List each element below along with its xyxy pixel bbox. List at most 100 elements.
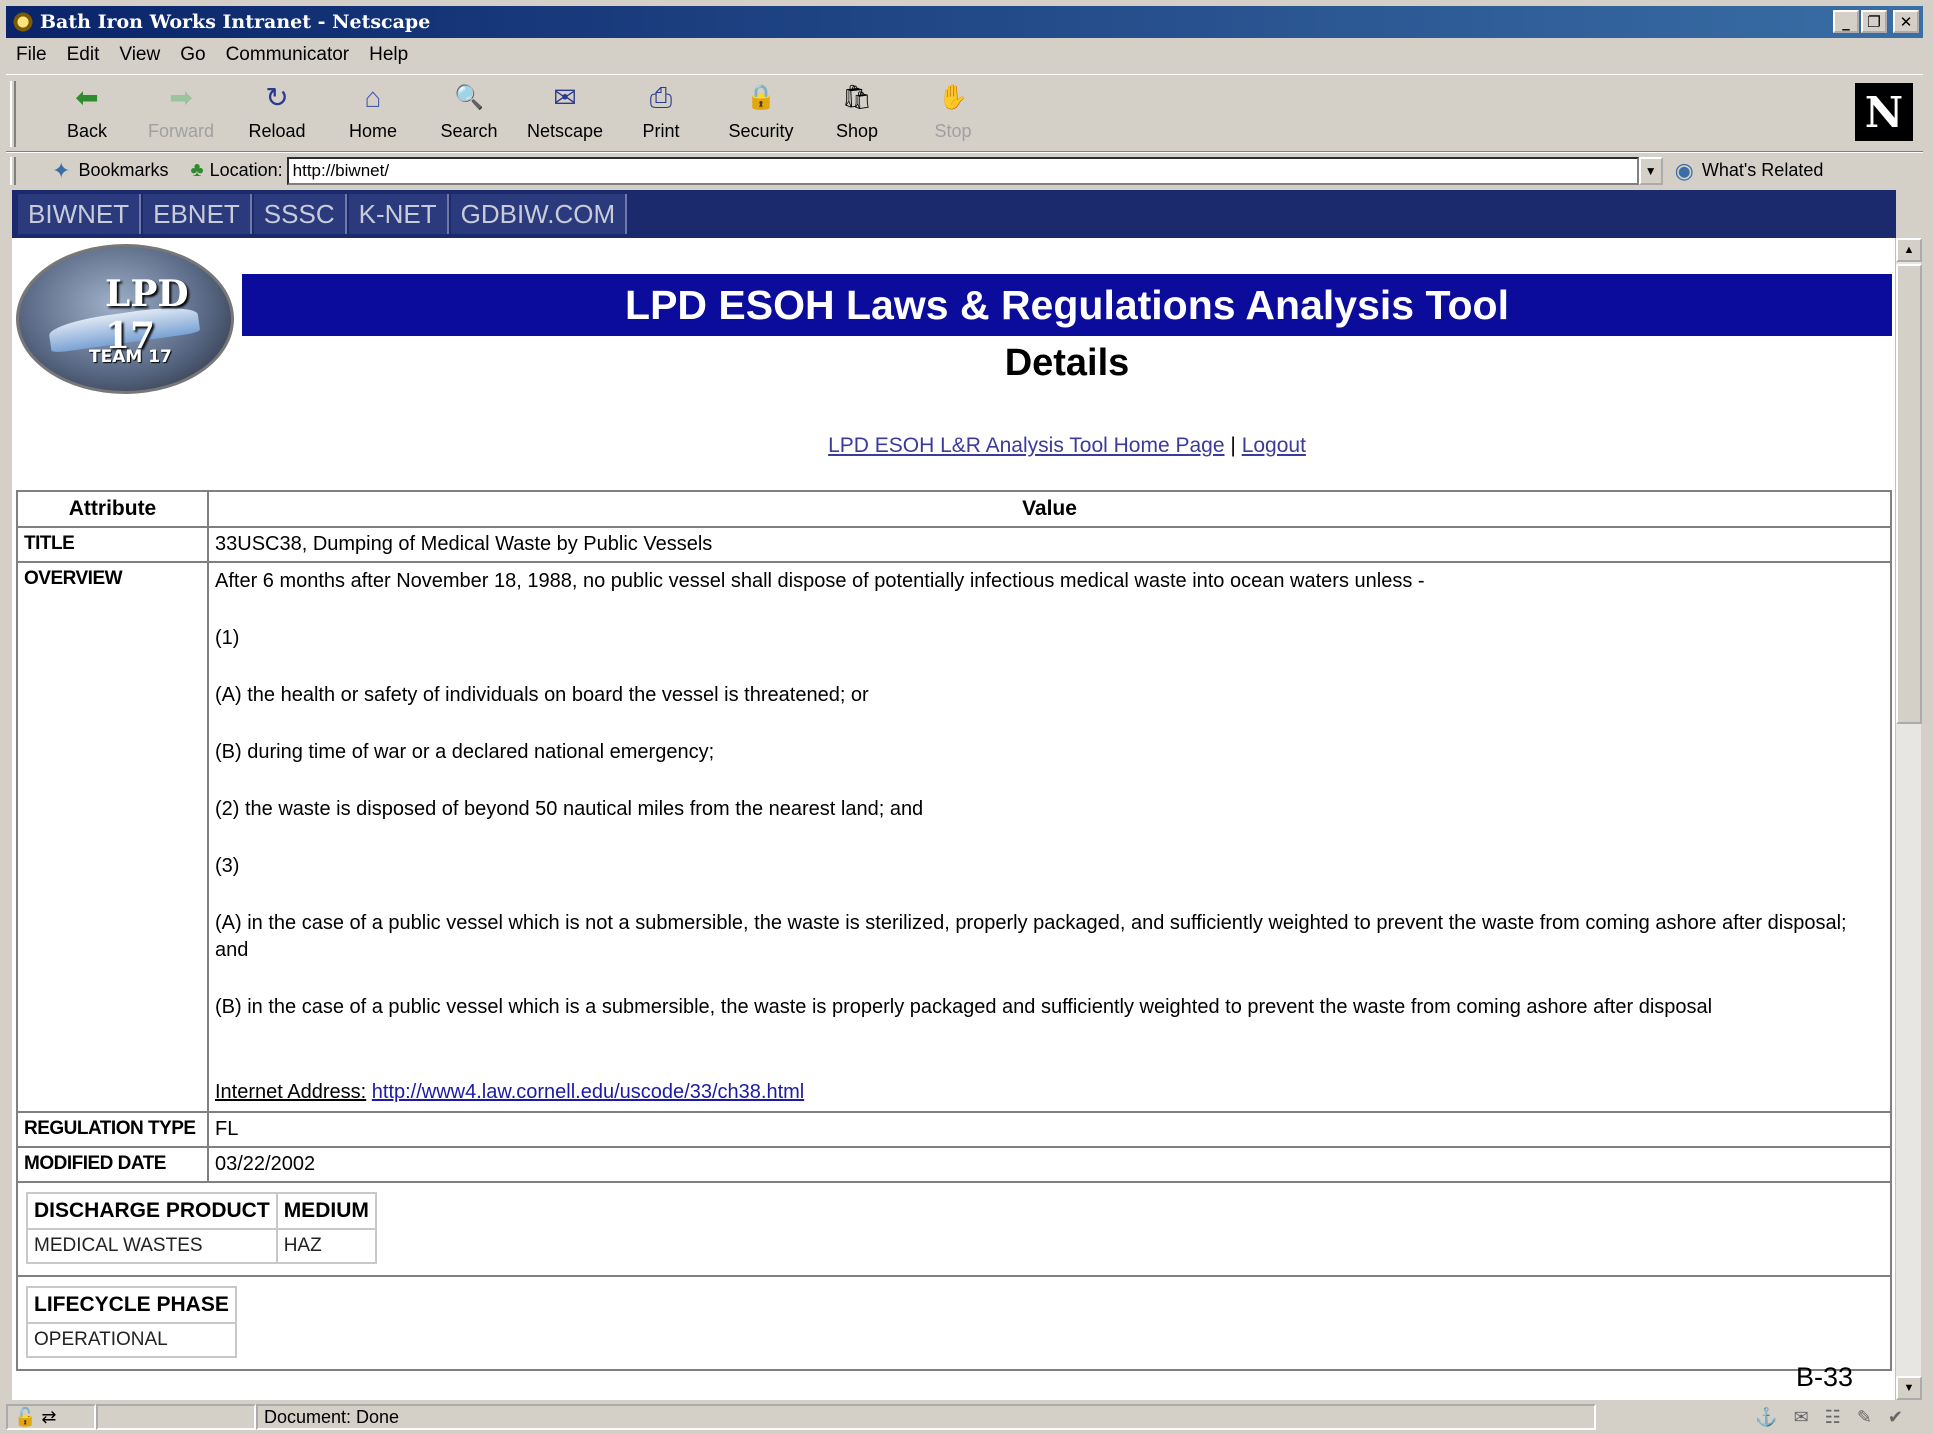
close-button[interactable]: ✕: [1893, 10, 1919, 33]
attribute-header: Attribute: [16, 490, 209, 528]
forward-button[interactable]: ➡ Forward: [136, 81, 226, 147]
toolbar-grip[interactable]: [10, 81, 16, 147]
netscape-button[interactable]: ✉ Netscape: [520, 81, 610, 147]
whats-related-button[interactable]: ◉ What's Related: [1675, 158, 1824, 184]
maximize-button[interactable]: ❐: [1861, 10, 1887, 33]
lifecycle-table: LIFECYCLE PHASE OPERATIONAL: [26, 1286, 237, 1358]
stop-button[interactable]: ✋ Stop: [908, 81, 998, 147]
nav-gdbiw[interactable]: GDBIW.COM: [450, 194, 628, 234]
menu-communicator[interactable]: Communicator: [226, 44, 350, 66]
whats-related-icon: ◉: [1674, 157, 1694, 183]
table-header-row: Attribute Value: [16, 490, 1892, 528]
check-icon[interactable]: ✔: [1888, 1407, 1903, 1428]
table-row: REGULATION TYPE FL: [16, 1111, 1892, 1148]
status-text: Document: Done: [256, 1404, 1596, 1430]
table-row: TITLE 33USC38, Dumping of Medical Waste …: [16, 526, 1892, 563]
lpd17-logo: LPD 17 TEAM 17: [16, 244, 234, 394]
internet-address: Internet Address: http://www4.law.cornel…: [215, 1079, 1884, 1106]
menu-view[interactable]: View: [119, 44, 160, 66]
regulation-type-value: FL: [207, 1111, 1892, 1148]
lifecycle-header: LIFECYCLE PHASE: [26, 1286, 237, 1324]
lifecycle-value: OPERATIONAL: [26, 1322, 237, 1358]
logout-link[interactable]: Logout: [1242, 434, 1306, 457]
locationbar-grip[interactable]: [10, 156, 16, 185]
url-input[interactable]: [286, 156, 1639, 185]
status-bar: 🔓 ⇄ Document: Done ⚓ ✉ ☷ ✎ ✔: [6, 1402, 1923, 1432]
home-icon: ⌂: [364, 82, 382, 113]
composer-icon[interactable]: ✎: [1857, 1407, 1872, 1428]
netscape-icon: ✉: [553, 82, 577, 113]
bookmarks-button[interactable]: ✦ Bookmarks: [52, 158, 168, 184]
overview-paragraph: (A) in the case of a public vessel which…: [215, 912, 1847, 961]
home-page-link[interactable]: LPD ESOH L&R Analysis Tool Home Page: [828, 434, 1224, 457]
nav-ebnet[interactable]: EBNET: [143, 194, 252, 234]
vertical-scrollbar[interactable]: ▲ ▼: [1895, 238, 1922, 1400]
netscape-app-icon: [12, 11, 34, 33]
lifecycle-cell: LIFECYCLE PHASE OPERATIONAL: [16, 1275, 1892, 1371]
table-row: MODIFIED DATE 03/22/2002: [16, 1146, 1892, 1183]
forward-arrow-icon: ➡: [169, 82, 193, 113]
internet-address-link[interactable]: http://www4.law.cornell.edu/uscode/33/ch…: [372, 1081, 804, 1103]
details-table: Attribute Value TITLE 33USC38, Dumping o…: [16, 490, 1892, 1371]
intranet-nav: BIWNET EBNET SSSC K-NET GDBIW.COM: [12, 190, 1896, 238]
browser-window: Bath Iron Works Intranet - Netscape _ ❐ …: [0, 0, 1933, 1434]
title-value: 33USC38, Dumping of Medical Waste by Pub…: [207, 526, 1892, 563]
menu-file[interactable]: File: [16, 44, 47, 66]
discharge-product-header: DISCHARGE PRODUCT: [26, 1192, 278, 1230]
security-button[interactable]: 🔒 Security: [716, 81, 806, 147]
search-button[interactable]: 🔍 Search: [424, 81, 514, 147]
regulation-type-label: REGULATION TYPE: [16, 1111, 209, 1148]
table-row: LIFECYCLE PHASE OPERATIONAL: [16, 1275, 1892, 1371]
location-label: ♣ Location:: [190, 159, 283, 181]
nav-knet[interactable]: K-NET: [348, 194, 449, 234]
bookmarks-icon: ✦: [52, 157, 71, 183]
value-header: Value: [207, 490, 1892, 528]
mail-icon[interactable]: ✉: [1794, 1407, 1809, 1428]
menu-help[interactable]: Help: [369, 44, 408, 66]
overview-value: After 6 months after November 18, 1988, …: [207, 561, 1892, 1113]
page-subtitle: Details: [1004, 342, 1130, 384]
home-button[interactable]: ⌂ Home: [328, 81, 418, 147]
netscape-logo[interactable]: N: [1855, 83, 1913, 141]
url-dropdown-icon[interactable]: ▼: [1638, 156, 1663, 185]
medium-value: HAZ: [275, 1228, 377, 1264]
overview-paragraph: (3): [215, 855, 240, 877]
scroll-up-icon[interactable]: ▲: [1896, 238, 1922, 262]
scroll-down-icon[interactable]: ▼: [1896, 1376, 1922, 1400]
table-row: DISCHARGE PRODUCT MEDIUM MEDICAL WASTES …: [16, 1181, 1892, 1277]
menu-go[interactable]: Go: [180, 44, 205, 66]
lock-icon: 🔒: [746, 84, 776, 111]
navigation-toolbar: ⬅ Back ➡ Forward ↻ Reload ⌂ Home 🔍 Searc…: [6, 74, 1923, 152]
shop-button[interactable]: 🛍 Shop: [812, 81, 902, 147]
overview-paragraph: (1): [215, 627, 240, 649]
discharge-cell: DISCHARGE PRODUCT MEDIUM MEDICAL WASTES …: [16, 1181, 1892, 1277]
minimize-button[interactable]: _: [1833, 10, 1859, 33]
menu-edit[interactable]: Edit: [67, 44, 100, 66]
title-label: TITLE: [16, 526, 209, 563]
newsgroups-icon[interactable]: ☷: [1825, 1407, 1841, 1428]
overview-paragraph: (B) during time of war or a declared nat…: [215, 741, 715, 763]
print-button[interactable]: ⎙ Print: [616, 81, 706, 147]
link-separator: |: [1230, 434, 1236, 457]
overview-paragraph: After 6 months after November 18, 1988, …: [215, 570, 1425, 592]
page-links: LPD ESOH L&R Analysis Tool Home Page | L…: [242, 434, 1892, 458]
navigator-icon[interactable]: ⚓: [1755, 1407, 1777, 1428]
page-banner: LPD ESOH Laws & Regulations Analysis Too…: [242, 274, 1892, 336]
nav-biwnet[interactable]: BIWNET: [18, 194, 142, 234]
back-arrow-icon: ⬅: [75, 82, 99, 113]
scroll-thumb[interactable]: [1896, 264, 1922, 724]
reload-icon: ↻: [265, 82, 289, 113]
internet-address-label: Internet Address:: [215, 1081, 367, 1103]
print-icon: ⎙: [649, 82, 673, 113]
security-status-icon[interactable]: 🔓 ⇄: [6, 1404, 96, 1430]
reload-button[interactable]: ↻ Reload: [232, 81, 322, 147]
shop-icon: 🛍: [841, 84, 873, 111]
nav-sssc[interactable]: SSSC: [253, 194, 347, 234]
progress-cell: [96, 1404, 256, 1430]
back-button[interactable]: ⬅ Back: [42, 81, 132, 147]
component-bar: ⚓ ✉ ☷ ✎ ✔: [1755, 1407, 1903, 1428]
window-controls: _ ❐ ✕: [1833, 10, 1919, 33]
modified-date-label: MODIFIED DATE: [16, 1146, 209, 1183]
overview-label: OVERVIEW: [16, 561, 209, 1113]
overview-paragraph: (A) the health or safety of individuals …: [215, 684, 869, 706]
